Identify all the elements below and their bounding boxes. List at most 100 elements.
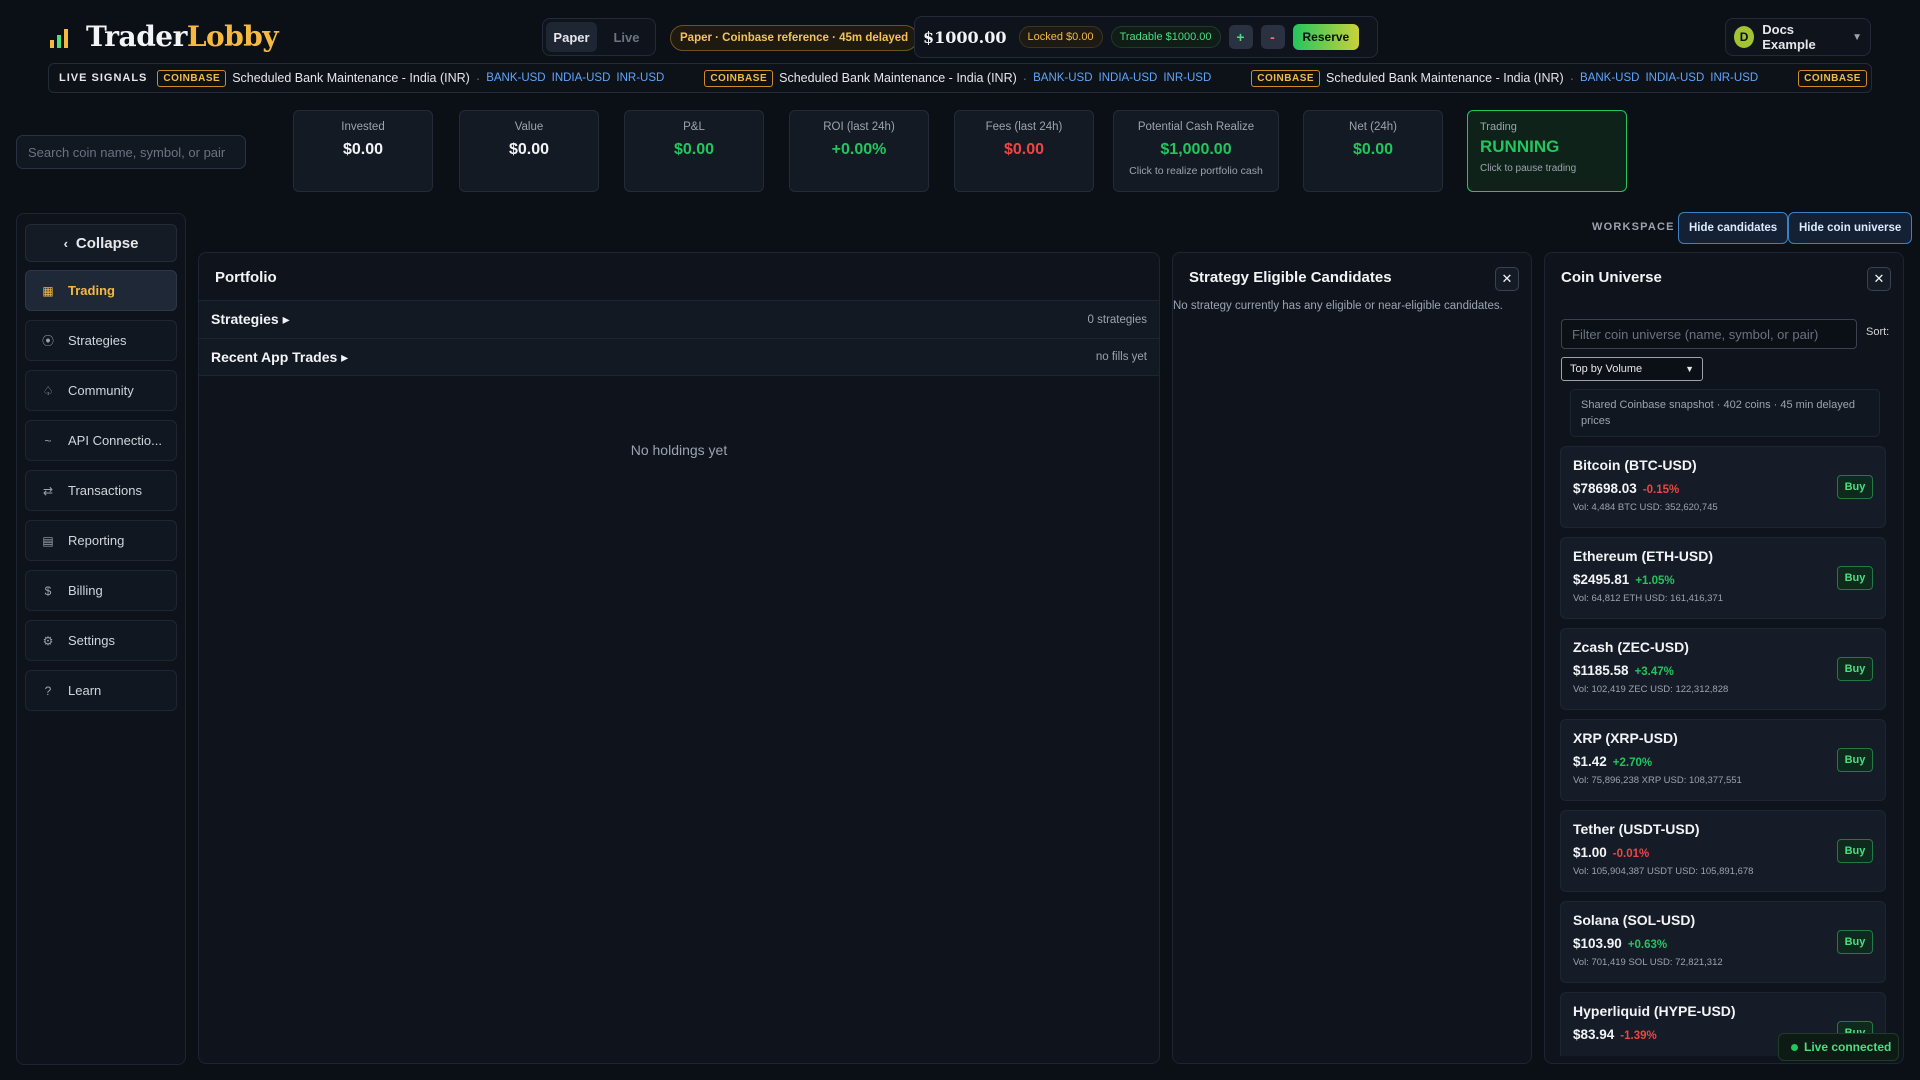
ticker-pair-link[interactable]: INDIA-USD xyxy=(1645,72,1704,84)
trading-status-card[interactable]: Trading RUNNING Click to pause trading xyxy=(1467,110,1627,192)
stat-card-value: Value $0.00 xyxy=(459,110,599,192)
ticker-item[interactable]: COINBASE Scheduled Bank Maintenance - In… xyxy=(704,69,1211,87)
sidebar-item-label: Settings xyxy=(68,633,115,648)
report-icon: ▤ xyxy=(42,533,54,548)
ticker-item[interactable]: COINBASE Scheduled Bank Maintenance - In… xyxy=(1251,69,1758,87)
recent-trades-row[interactable]: Recent App Trades ▸ no fills yet xyxy=(199,338,1159,376)
grid-icon: ▦ xyxy=(42,283,54,298)
source-badge: COINBASE xyxy=(704,69,774,87)
portfolio-title: Portfolio xyxy=(215,269,277,286)
buy-button[interactable]: Buy xyxy=(1837,657,1873,681)
sidebar-item-label: Strategies xyxy=(68,333,127,348)
coin-price: $78698.03 xyxy=(1573,481,1637,496)
coin-card[interactable]: XRP (XRP-USD) $1.42 +2.70% Vol: 75,896,23… xyxy=(1560,719,1886,801)
sidebar-item-transactions[interactable]: ⇄ Transactions xyxy=(25,470,177,511)
stat-card-roi-last-24h: ROI (last 24h) +0.00% xyxy=(789,110,929,192)
ticker-pair-link[interactable]: INR-USD xyxy=(1710,72,1758,84)
gear-icon: ⚙ xyxy=(42,633,54,648)
sidebar-item-settings[interactable]: ⚙ Settings xyxy=(25,620,177,661)
remove-funds-button[interactable]: - xyxy=(1260,25,1285,49)
search-input[interactable]: Search coin name, symbol, or pair xyxy=(16,135,246,169)
coin-card[interactable]: Ethereum (ETH-USD) $2495.81 +1.05% Vol: 6… xyxy=(1560,537,1886,619)
balance-box: $1000.00 Locked $0.00 Tradable $1000.00 … xyxy=(914,16,1378,58)
hide-coin-universe-button[interactable]: Hide coin universe xyxy=(1788,212,1913,244)
community-icon: ♤ xyxy=(42,383,54,398)
live-status-label: Live connected xyxy=(1804,1040,1892,1054)
ticker-pair-link[interactable]: BANK-USD xyxy=(1033,72,1092,84)
buy-button[interactable]: Buy xyxy=(1837,475,1873,499)
user-menu[interactable]: D Docs Example ▼ xyxy=(1725,18,1871,56)
sidebar-item-learn[interactable]: ? Learn xyxy=(25,670,177,711)
ticker-pair-link[interactable]: INDIA-USD xyxy=(552,72,611,84)
sidebar-item-api-connectio[interactable]: ~ API Connectio... xyxy=(25,420,177,461)
buy-button[interactable]: Buy xyxy=(1837,748,1873,772)
status-dot-icon xyxy=(1791,1043,1798,1051)
stat-label: P&L xyxy=(683,121,705,133)
workspace-label: WORKSPACE xyxy=(1592,221,1675,233)
sidebar-item-label: Community xyxy=(68,383,134,398)
coin-change: +2.70% xyxy=(1612,757,1653,769)
ticker-pair-link[interactable]: INDIA-USD xyxy=(1099,72,1158,84)
add-funds-button[interactable]: + xyxy=(1228,25,1253,49)
coin-filter-input[interactable]: Filter coin universe (name, symbol, or p… xyxy=(1561,319,1857,349)
hide-candidates-button[interactable]: Hide candidates xyxy=(1678,212,1789,244)
coin-card[interactable]: Solana (SOL-USD) $103.90 +0.63% Vol: 701,… xyxy=(1560,901,1886,983)
target-icon: ⦿ xyxy=(42,334,55,348)
brand-logo[interactable]: TraderLobby xyxy=(50,20,279,53)
ticker-title: Scheduled Bank Maintenance - India (INR) xyxy=(1326,71,1564,85)
strategies-toggle[interactable]: Strategies ▸ xyxy=(211,311,290,328)
strategies-row[interactable]: Strategies ▸ 0 strategies xyxy=(199,300,1159,338)
candidates-empty-message: No strategy currently has any eligible o… xyxy=(1173,300,1503,312)
stat-label: Value xyxy=(514,121,544,133)
reserve-button[interactable]: Reserve xyxy=(1292,24,1360,50)
coin-universe-title: Coin Universe xyxy=(1561,269,1662,286)
coin-card[interactable]: Bitcoin (BTC-USD) $78698.03 -0.15% Vol: 4… xyxy=(1560,446,1886,528)
sidebar-item-community[interactable]: ♤ Community xyxy=(25,370,177,411)
ticker-pair-link[interactable]: BANK-USD xyxy=(1580,72,1639,84)
mode-live-button[interactable]: Live xyxy=(601,22,652,52)
ticker-pair-link[interactable]: INR-USD xyxy=(616,72,664,84)
coin-price: $2495.81 xyxy=(1573,572,1630,587)
buy-button[interactable]: Buy xyxy=(1837,566,1873,590)
coin-change: -1.39% xyxy=(1620,1030,1657,1042)
stat-card-net-24h: Net (24h) $0.00 xyxy=(1303,110,1443,192)
recent-trades-toggle[interactable]: Recent App Trades ▸ xyxy=(211,349,348,366)
stat-card-potential-cash-realize[interactable]: Potential Cash Realize $1,000.00 Click to… xyxy=(1113,110,1279,192)
balance-value: $1000.00 xyxy=(923,27,1007,47)
separator-dot: · xyxy=(475,70,481,86)
collapse-button[interactable]: ‹ Collapse xyxy=(25,224,177,262)
sidebar-item-billing[interactable]: $ Billing xyxy=(25,570,177,611)
sidebar-item-trading[interactable]: ▦ Trading xyxy=(25,270,177,311)
separator-dot: · xyxy=(1569,70,1575,86)
coin-name: Bitcoin (BTC-USD) xyxy=(1573,457,1697,473)
sidebar-item-strategies[interactable]: ⦿ Strategies xyxy=(25,320,177,361)
plug-icon: ~ xyxy=(44,433,52,448)
trading-hint: Click to pause trading xyxy=(1480,163,1577,174)
ticker-item[interactable]: COINBASE Scheduled Bank Maintenance - In… xyxy=(157,69,664,87)
coin-price: $83.94 xyxy=(1573,1027,1615,1042)
sort-select[interactable]: Top by Volume ▼ xyxy=(1561,357,1703,381)
buy-button[interactable]: Buy xyxy=(1837,839,1873,863)
mode-toggle: Paper Live xyxy=(542,18,656,56)
ticker-item[interactable]: COINBASE Scheduled Banl xyxy=(1798,69,1871,87)
live-signals-ticker: LIVE SIGNALS COINBASE Scheduled Bank Mai… xyxy=(48,63,1872,93)
stat-label: Potential Cash Realize xyxy=(1137,121,1255,133)
buy-button[interactable]: Buy xyxy=(1837,930,1873,954)
close-icon[interactable]: ✕ xyxy=(1495,267,1519,291)
coin-volume: Vol: 64,812 ETH USD: 161,416,371 xyxy=(1573,593,1723,604)
coin-card[interactable]: Tether (USDT-USD) $1.00 -0.01% Vol: 105,9… xyxy=(1560,810,1886,892)
question-icon: ? xyxy=(44,683,52,698)
sidebar-item-label: API Connectio... xyxy=(68,433,162,448)
chevron-left-icon: ‹ xyxy=(63,235,68,251)
ticker-pair-link[interactable]: INR-USD xyxy=(1163,72,1211,84)
reference-pill: Paper · Coinbase reference · 45m delayed xyxy=(670,25,919,51)
ticker-pair-link[interactable]: BANK-USD xyxy=(486,72,545,84)
mode-paper-button[interactable]: Paper xyxy=(546,22,597,52)
coin-card[interactable]: Zcash (ZEC-USD) $1185.58 +3.47% Vol: 102,… xyxy=(1560,628,1886,710)
close-icon[interactable]: ✕ xyxy=(1867,267,1891,291)
sidebar-item-reporting[interactable]: ▤ Reporting xyxy=(25,520,177,561)
stat-value: $0.00 xyxy=(673,141,715,158)
source-badge: COINBASE xyxy=(157,69,227,87)
coin-name: Ethereum (ETH-USD) xyxy=(1573,548,1714,564)
sort-select-value: Top by Volume xyxy=(1570,363,1643,375)
